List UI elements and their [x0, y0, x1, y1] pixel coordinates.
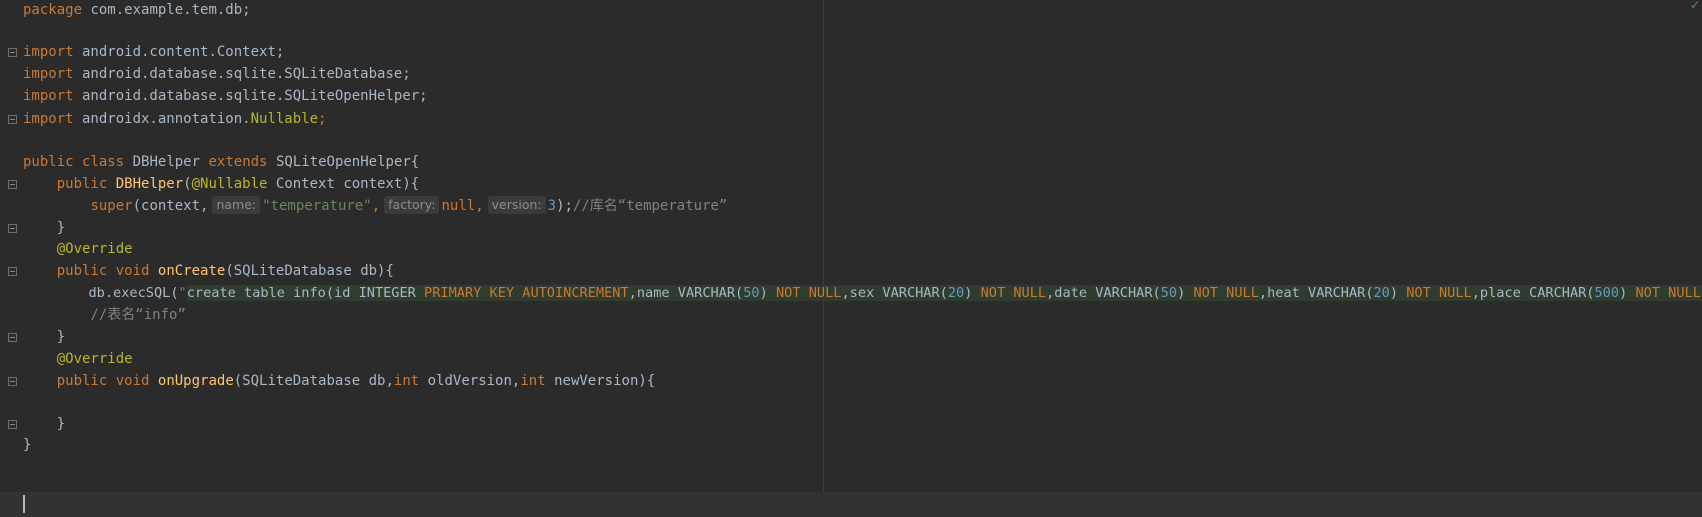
method-name: onUpgrade	[157, 372, 234, 389]
keyword: super	[90, 197, 133, 214]
keyword: void	[115, 372, 150, 389]
code-line-18[interactable]: public void onUpgrade(SQLiteDatabase db,…	[0, 370, 1702, 394]
sql-string: create table info(id INTEGER PRIMARY KEY…	[186, 285, 1702, 302]
brace: {	[410, 153, 420, 170]
code-line-5[interactable]: import android.database.sqlite.SQLiteOpe…	[0, 85, 1702, 109]
keyword: public	[56, 263, 108, 280]
keyword: class	[82, 153, 125, 170]
package-name: com.example.tem.db;	[82, 2, 251, 18]
keyword: import	[23, 110, 74, 127]
keyword: extends	[208, 153, 268, 170]
code-line-11[interactable]: }	[0, 217, 1702, 241]
fold-close-icon[interactable]	[8, 223, 17, 233]
code-line-10[interactable]: super(context, name: "temperature", factory…	[0, 195, 1702, 219]
keyword: public	[23, 153, 74, 170]
brace: }	[56, 219, 66, 236]
current-line[interactable]	[0, 492, 1702, 517]
annotation: @Override	[56, 350, 133, 367]
keyword: import	[23, 66, 74, 83]
fold-close-icon[interactable]	[8, 419, 17, 429]
code-line-14[interactable]: db.execSQL("create table info(id INTEGER…	[0, 282, 1702, 306]
code-editor[interactable]: ✓ package com.example.tem.db; import and…	[0, 0, 1702, 517]
parameters: (SQLiteDatabase db){	[225, 263, 394, 280]
parameters: oldVersion,	[419, 372, 521, 389]
semicolon: ;	[318, 110, 327, 127]
brace: }	[56, 328, 66, 345]
paren: (	[183, 175, 192, 192]
parameters: (SQLiteDatabase db,	[233, 372, 394, 389]
class-name: DBHelper	[132, 153, 201, 170]
code-line-12[interactable]: @Override	[0, 238, 1702, 262]
param-hint-factory: factory:	[384, 195, 440, 214]
keyword: public	[56, 175, 108, 192]
annotation: @Override	[56, 241, 133, 258]
code-line-15[interactable]: //表名“info”	[0, 304, 1702, 328]
text-caret	[23, 495, 25, 513]
parameters: Context context){	[267, 175, 420, 192]
code-line-8[interactable]: public class DBHelper extends SQLiteOpen…	[0, 151, 1702, 175]
code-line-16[interactable]: }	[0, 326, 1702, 350]
keyword: import	[23, 88, 74, 105]
keyword: public	[56, 372, 108, 389]
keyword: void	[115, 263, 150, 280]
comma: ,	[475, 197, 484, 214]
parent-class: SQLiteOpenHelper	[275, 153, 411, 170]
method-call: db.execSQL(	[88, 285, 179, 302]
comment: //表名“info”	[90, 307, 186, 324]
constructor-name: DBHelper	[115, 175, 184, 192]
fold-open-icon[interactable]	[8, 267, 17, 277]
code-line-3[interactable]: import android.content.Context;	[0, 41, 1702, 65]
arguments-open: (context,	[132, 197, 209, 214]
import-path: android.database.sqlite.SQLiteOpenHelper…	[73, 88, 428, 105]
string-literal: "temperature"	[262, 197, 372, 214]
fold-close-icon[interactable]	[8, 114, 17, 124]
quote: "	[178, 285, 187, 302]
keyword: package	[23, 2, 83, 18]
keyword: int	[393, 372, 420, 389]
brace: }	[23, 437, 32, 454]
annotation: @Nullable	[191, 175, 268, 192]
keyword: int	[520, 372, 546, 389]
brace: }	[56, 415, 66, 432]
parameters: newVersion){	[545, 372, 656, 389]
comment: //库名“temperature”	[572, 197, 728, 214]
param-hint-name: name:	[212, 195, 261, 214]
annotation-class: Nullable	[250, 110, 319, 127]
code-line-21[interactable]: }	[0, 434, 1702, 458]
import-path: android.database.sqlite.SQLiteDatabase;	[73, 66, 411, 83]
code-line-4[interactable]: import android.database.sqlite.SQLiteDat…	[0, 63, 1702, 87]
method-name: onCreate	[157, 263, 226, 280]
code-line-20[interactable]: }	[0, 413, 1702, 437]
fold-open-icon[interactable]	[8, 48, 17, 58]
code-line-6[interactable]: import androidx.annotation.Nullable;	[0, 108, 1702, 132]
import-path: androidx.annotation.	[73, 110, 251, 127]
fold-open-icon[interactable]	[8, 376, 17, 386]
code-line-17[interactable]: @Override	[0, 348, 1702, 372]
fold-close-icon[interactable]	[8, 332, 17, 342]
keyword: import	[23, 44, 74, 61]
number-literal: 3	[547, 197, 557, 214]
param-hint-version: version:	[487, 195, 546, 214]
comma: ,	[371, 197, 381, 214]
null-literal: null	[441, 197, 476, 214]
code-line-9[interactable]: public DBHelper(@Nullable Context contex…	[0, 173, 1702, 197]
fold-open-icon[interactable]	[8, 179, 17, 189]
arguments-close: );	[556, 197, 573, 214]
import-path: android.content.Context;	[73, 44, 285, 61]
code-line-1[interactable]: package com.example.tem.db;	[0, 0, 1702, 23]
code-line-13[interactable]: public void onCreate(SQLiteDatabase db){	[0, 260, 1702, 284]
